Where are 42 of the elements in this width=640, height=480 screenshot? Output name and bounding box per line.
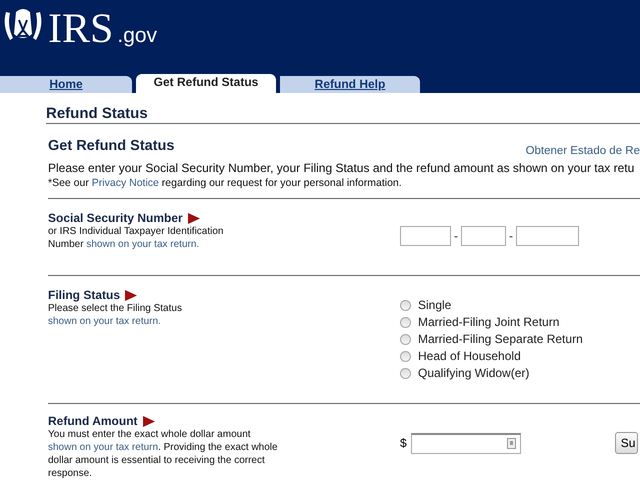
nav-tab[interactable]: Refund Help [280, 76, 420, 93]
radio-button[interactable] [400, 368, 411, 378]
submit-button[interactable]: Su [614, 432, 638, 454]
logo-suffix: .gov [117, 24, 158, 48]
tax-return-link[interactable]: shown on your tax return. [48, 316, 161, 327]
field-label: Filing Status [48, 288, 120, 302]
amount-field[interactable] [410, 432, 521, 454]
nav-tab[interactable]: Get Refund Status [136, 74, 276, 93]
language-link[interactable]: Obtener Estado de Re [526, 145, 640, 157]
field-description: or IRS Individual Taxpayer Identification Number shown on your tax return. [48, 225, 224, 251]
dash-separator: - [454, 229, 458, 243]
ssn-field[interactable] [400, 226, 451, 246]
radio-button[interactable] [400, 334, 411, 344]
option-label: Married-Filing Separate Return [418, 332, 583, 346]
page-title: Refund Status [46, 93, 640, 124]
field-description: Please select the Filing Status shown on your tax return. [48, 302, 183, 328]
radio-button[interactable] [400, 300, 411, 310]
dash-separator: - [509, 229, 513, 243]
option-label: Qualifying Widow(er) [418, 366, 530, 380]
arrow-icon [188, 212, 200, 224]
form-title: Get Refund Status [48, 138, 174, 154]
option-label: Head of Household [418, 349, 521, 363]
ssn-field[interactable] [516, 226, 579, 246]
currency-symbol: $ [400, 436, 407, 450]
field-description: You must enter the exact whole dollar amount shown on your tax return. Providing the exact whole dollar amount is essential to receiving the correct response. [48, 428, 279, 480]
intro-text: Please enter your Social Security Number, your Filing Status and the refund amount as shown on your tax retu [48, 161, 636, 175]
logo-text: IRS [48, 8, 114, 50]
field-icon [506, 438, 516, 449]
tax-return-link[interactable]: shown on your tax return [48, 442, 158, 453]
radio-button[interactable] [400, 316, 411, 328]
tax-return-link[interactable]: shown on your tax return. [86, 239, 200, 250]
nav-tab[interactable]: Home [0, 76, 132, 93]
privacy-note: *See our Privacy Notice regarding our request for your personal information. [48, 177, 640, 199]
field-label: Refund Amount [48, 414, 138, 428]
field-label: Social Security Number [48, 211, 183, 225]
option-label: Married-Filing Joint Return [418, 315, 560, 329]
radio-button[interactable] [400, 350, 411, 362]
option-label: Single [418, 298, 452, 312]
arrow-icon [125, 290, 137, 300]
privacy-link[interactable]: Privacy Notice [92, 177, 159, 189]
arrow-icon [142, 416, 155, 426]
ssn-field[interactable] [461, 226, 506, 246]
